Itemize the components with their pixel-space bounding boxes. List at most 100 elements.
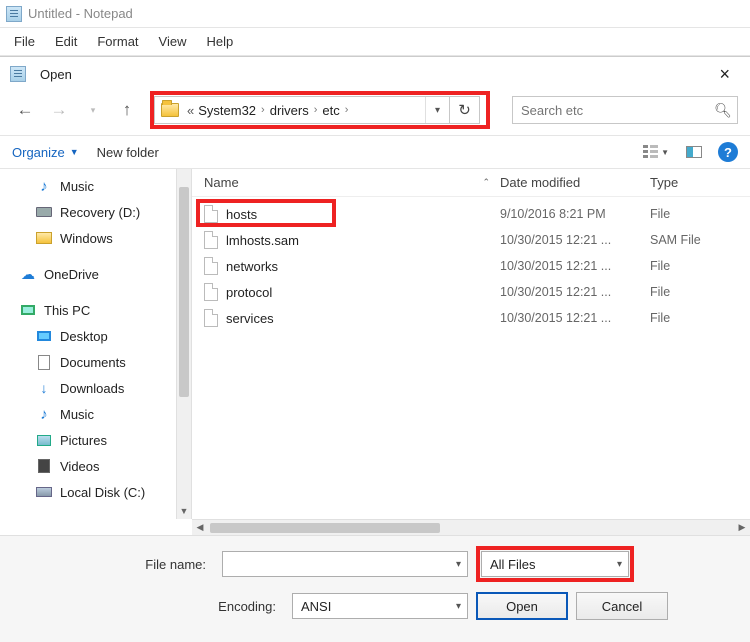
- column-date-label: Date modified: [500, 175, 580, 190]
- sidebar-item-pictures[interactable]: Pictures: [0, 427, 176, 453]
- file-row[interactable]: protocol 10/30/2015 12:21 ... File: [192, 279, 750, 305]
- nav-up-button[interactable]: ↑: [114, 97, 140, 123]
- sidebar-item-desktop[interactable]: Desktop: [0, 323, 176, 349]
- file-name-combo[interactable]: ▾: [222, 551, 468, 577]
- breadcrumb-prefix: «: [187, 103, 194, 118]
- open-button[interactable]: Open: [476, 592, 568, 620]
- search-icon[interactable]: 🔍︎: [709, 102, 737, 119]
- column-name[interactable]: Name⌃: [192, 175, 500, 190]
- scrollbar-thumb[interactable]: [179, 187, 189, 397]
- search-input[interactable]: [513, 103, 709, 118]
- sidebar-item-videos[interactable]: Videos: [0, 453, 176, 479]
- sidebar: ♪ Music Recovery (D:) Windows ☁OneDrive T…: [0, 169, 176, 519]
- address-bar-highlight: « System32 › drivers › etc › ▾ ↻: [150, 91, 490, 129]
- dialog-app-icon: [10, 66, 26, 82]
- chevron-right-icon[interactable]: ›: [345, 104, 349, 116]
- cancel-button[interactable]: Cancel: [576, 592, 668, 620]
- help-button[interactable]: ?: [718, 142, 738, 162]
- music-icon: ♪: [36, 406, 52, 422]
- file-type: File: [650, 311, 750, 325]
- chevron-right-icon[interactable]: ›: [261, 104, 265, 116]
- file-type: File: [650, 285, 750, 299]
- scroll-right-icon[interactable]: ▶: [734, 522, 750, 533]
- breadcrumb-system32[interactable]: System32: [198, 103, 256, 118]
- file-name: networks: [226, 259, 278, 274]
- sidebar-item-music[interactable]: ♪ Music: [0, 173, 176, 199]
- file-row[interactable]: services 10/30/2015 12:21 ... File: [192, 305, 750, 331]
- encoding-combo[interactable]: ANSI ▾: [292, 593, 468, 619]
- sidebar-item-onedrive[interactable]: ☁OneDrive: [0, 261, 176, 287]
- sidebar-scrollbar[interactable]: ▲ ▼: [176, 169, 192, 519]
- scroll-up-icon[interactable]: ▲: [177, 169, 191, 185]
- column-date[interactable]: Date modified: [500, 175, 650, 190]
- column-type[interactable]: Type: [650, 175, 750, 190]
- file-icon: [204, 257, 218, 275]
- nav-recent-dropdown[interactable]: ▾: [80, 97, 106, 123]
- sidebar-item-label: Videos: [60, 459, 100, 474]
- new-folder-button[interactable]: New folder: [97, 145, 159, 160]
- nav-forward-button[interactable]: →: [46, 97, 72, 123]
- file-name: hosts: [226, 207, 257, 222]
- sidebar-item-documents[interactable]: Documents: [0, 349, 176, 375]
- search-box[interactable]: 🔍︎: [512, 96, 738, 124]
- file-type: SAM File: [650, 233, 750, 247]
- menu-format[interactable]: Format: [87, 30, 148, 53]
- sidebar-item-recovery[interactable]: Recovery (D:): [0, 199, 176, 225]
- file-type-filter[interactable]: All Files ▾: [481, 551, 629, 577]
- computer-icon: [20, 302, 36, 318]
- preview-pane-button[interactable]: [680, 141, 708, 163]
- sidebar-item-label: Desktop: [60, 329, 108, 344]
- sidebar-item-downloads[interactable]: ↓Downloads: [0, 375, 176, 401]
- sidebar-item-label: Documents: [60, 355, 126, 370]
- file-row[interactable]: lmhosts.sam 10/30/2015 12:21 ... SAM Fil…: [192, 227, 750, 253]
- refresh-button[interactable]: ↻: [450, 96, 480, 124]
- cloud-icon: ☁: [20, 266, 36, 282]
- file-icon: [204, 283, 218, 301]
- chevron-down-icon: ▾: [456, 601, 461, 612]
- encoding-value: ANSI: [301, 599, 331, 614]
- scroll-left-icon[interactable]: ◀: [192, 522, 208, 533]
- close-button[interactable]: ×: [709, 60, 740, 89]
- music-icon: ♪: [36, 178, 52, 194]
- address-bar[interactable]: « System32 › drivers › etc › ▾: [154, 96, 450, 124]
- nav-row: ← → ▾ ↑ « System32 › drivers › etc › ▾ ↻: [0, 91, 750, 135]
- horizontal-scrollbar[interactable]: ◀ ▶: [192, 519, 750, 535]
- menu-edit[interactable]: Edit: [45, 30, 87, 53]
- nav-back-button[interactable]: ←: [12, 97, 38, 123]
- sidebar-item-this-pc[interactable]: This PC: [0, 297, 176, 323]
- sidebar-item-label: Windows: [60, 231, 113, 246]
- organize-button[interactable]: Organize ▼: [12, 145, 79, 160]
- toolbar: Organize ▼ New folder ▼ ?: [0, 135, 750, 169]
- sidebar-item-label: Music: [60, 179, 94, 194]
- file-list: hosts 9/10/2016 8:21 PM File lmhosts.sam…: [192, 197, 750, 331]
- sidebar-item-music2[interactable]: ♪Music: [0, 401, 176, 427]
- menu-help[interactable]: Help: [196, 30, 243, 53]
- dialog-title: Open: [40, 67, 72, 82]
- breadcrumb-drivers[interactable]: drivers: [270, 103, 309, 118]
- close-icon: ×: [719, 64, 730, 84]
- sidebar-item-windows[interactable]: Windows: [0, 225, 176, 251]
- filter-value: All Files: [490, 557, 536, 572]
- cancel-button-label: Cancel: [602, 599, 642, 614]
- chevron-right-icon[interactable]: ›: [314, 104, 318, 116]
- notepad-titlebar: Untitled - Notepad: [0, 0, 750, 28]
- file-pane: Name⌃ Date modified Type hosts 9/10/2016…: [192, 169, 750, 519]
- file-date: 10/30/2015 12:21 ...: [500, 311, 650, 325]
- file-date: 10/30/2015 12:21 ...: [500, 285, 650, 299]
- desktop-icon: [36, 328, 52, 344]
- menu-view[interactable]: View: [149, 30, 197, 53]
- menu-file[interactable]: File: [4, 30, 45, 53]
- preview-pane-icon: [686, 146, 702, 158]
- file-type: File: [650, 259, 750, 273]
- view-mode-button[interactable]: ▼: [642, 141, 670, 163]
- scroll-down-icon[interactable]: ▼: [177, 503, 191, 519]
- breadcrumb-etc[interactable]: etc: [322, 103, 339, 118]
- scrollbar-thumb[interactable]: [210, 523, 440, 533]
- file-row[interactable]: hosts 9/10/2016 8:21 PM File: [192, 201, 750, 227]
- notepad-title: Untitled - Notepad: [28, 6, 133, 21]
- sidebar-item-local-disk[interactable]: Local Disk (C:): [0, 479, 176, 505]
- address-dropdown-button[interactable]: ▾: [425, 97, 449, 123]
- organize-label: Organize: [12, 145, 65, 160]
- document-icon: [36, 354, 52, 370]
- file-row[interactable]: networks 10/30/2015 12:21 ... File: [192, 253, 750, 279]
